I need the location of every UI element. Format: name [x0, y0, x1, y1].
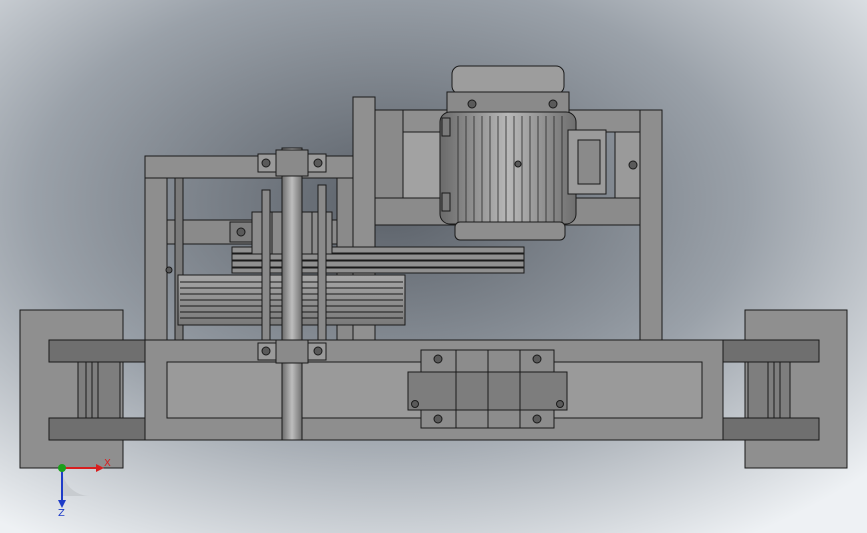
z-axis-label: Z [58, 508, 65, 519]
bolt [261, 158, 271, 168]
bolt [548, 99, 558, 109]
upper-shaft-bearing[interactable] [257, 149, 327, 177]
bolt [313, 158, 323, 168]
bolt [628, 160, 638, 170]
bolt [433, 354, 443, 364]
bolt [532, 354, 542, 364]
bolt [165, 266, 173, 274]
left-end-block[interactable] [19, 309, 124, 469]
right-end-block[interactable] [744, 309, 848, 469]
bolt [467, 99, 477, 109]
bolt [556, 400, 564, 408]
bolt [532, 414, 542, 424]
y-axis-dot [58, 464, 66, 472]
bolt [411, 400, 419, 408]
bolt [313, 346, 323, 356]
bolt [514, 160, 522, 168]
bolt [236, 227, 246, 237]
cad-viewport[interactable]: X Z [0, 0, 867, 533]
bolt [433, 414, 443, 424]
main-bearing-housing[interactable] [407, 349, 568, 429]
bolt [261, 346, 271, 356]
lower-shaft-bearing[interactable] [257, 339, 327, 364]
x-axis-label: X [104, 458, 111, 469]
